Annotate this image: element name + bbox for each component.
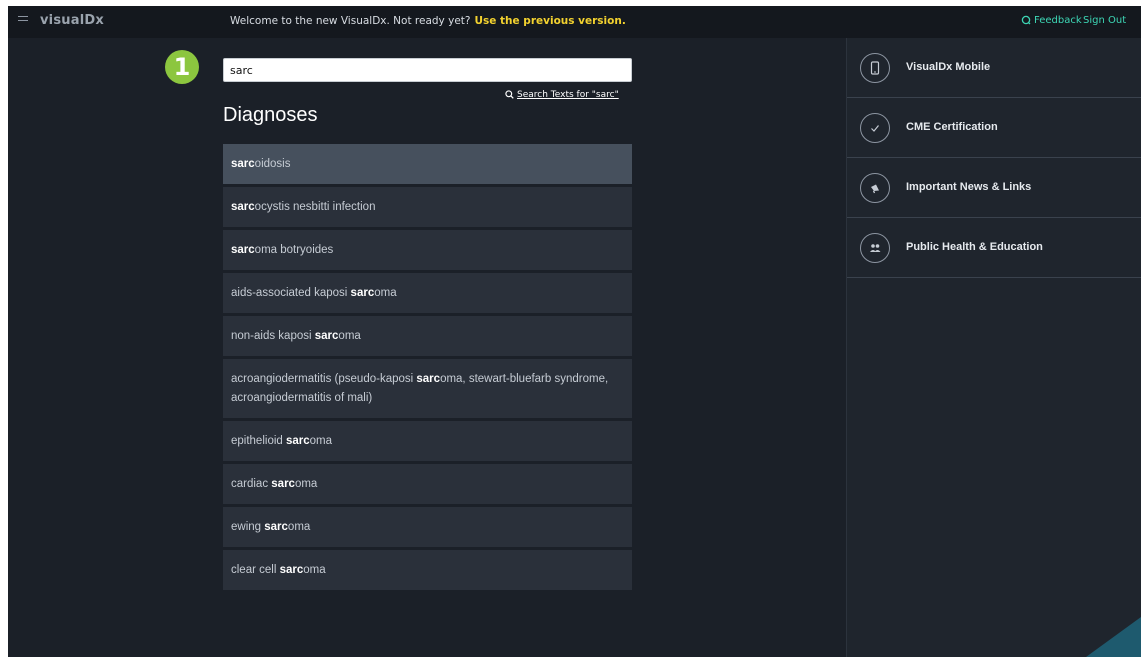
result-match-highlight: sarc [231, 158, 255, 170]
diagnosis-results-list: sarcoidosis sarcocystis nesbitti infectio… [223, 144, 632, 593]
sidebar-item-label: Important News & Links [906, 181, 1032, 193]
welcome-text: Welcome to the new VisualDx. Not ready y… [230, 15, 471, 27]
sidebar-item[interactable]: VisualDx Mobile [847, 38, 1141, 98]
result-text-prefix: cardiac [231, 478, 272, 490]
previous-version-link[interactable]: Use the previous version. [474, 15, 625, 27]
sign-out-link[interactable]: Sign Out [1083, 15, 1126, 26]
result-text-prefix: acroangiodermatitis (pseudo-kaposi [231, 372, 417, 385]
result-text-prefix: clear cell [231, 564, 280, 576]
result-text-prefix: epithelioid [231, 435, 286, 447]
search-input[interactable] [223, 58, 632, 82]
diagnosis-result-item[interactable]: cardiac sarcoma [223, 464, 632, 504]
diagnosis-result-item[interactable]: aids-associated kaposi sarcoma [223, 273, 632, 313]
diagnosis-result-item[interactable]: sarcoidosis [223, 144, 632, 184]
result-match-highlight: sarc [231, 244, 255, 256]
result-match-highlight: sarc [271, 478, 295, 490]
result-match-highlight: sarc [279, 564, 304, 576]
result-text-suffix: oma [338, 330, 361, 342]
result-match-highlight: sarc [285, 435, 310, 447]
feedback-icon [1021, 15, 1031, 25]
result-text-prefix: non-aids kaposi [231, 330, 315, 342]
decorative-corner [1086, 617, 1141, 657]
step-number-badge: 1 [165, 50, 199, 84]
sidebar-item-label: Public Health & Education [906, 241, 1043, 253]
diagnosis-result-label: epithelioid sarcoma [231, 435, 332, 447]
app-logo[interactable]: visualDx [40, 13, 104, 28]
diagnosis-result-label: sarcoma botryoides [231, 244, 333, 256]
sidebar-item[interactable]: Important News & Links [847, 158, 1141, 218]
hamburger-menu-icon[interactable] [18, 16, 28, 24]
diagnosis-result-item[interactable]: sarcoma botryoides [223, 230, 632, 270]
result-match-highlight: sarc [264, 521, 288, 533]
welcome-banner: Welcome to the new VisualDx. Not ready y… [230, 15, 626, 27]
feedback-label: Feedback [1034, 15, 1082, 26]
search-icon [505, 90, 514, 99]
diagnoses-heading: Diagnoses [223, 104, 318, 126]
result-text-suffix: oidosis [254, 158, 291, 170]
diagnosis-result-item[interactable]: sarcocystis nesbitti infection [223, 187, 632, 227]
feedback-link[interactable]: Feedback [1021, 15, 1082, 26]
diagnosis-result-item[interactable]: non-aids kaposi sarcoma [223, 316, 632, 356]
result-text-suffix: oma botryoides [254, 244, 334, 256]
result-text-suffix: oma [287, 521, 311, 533]
result-text-suffix: oma [309, 435, 333, 447]
search-texts-label: Search Texts for "sarc" [517, 90, 619, 100]
mobile-phone-icon [860, 53, 890, 83]
result-text-suffix: oma [374, 287, 397, 299]
result-text-prefix: ewing [231, 521, 265, 533]
search-texts-link[interactable]: Search Texts for "sarc" [505, 90, 619, 100]
checkmark-icon [860, 113, 890, 143]
diagnosis-result-label: non-aids kaposi sarcoma [231, 330, 361, 342]
result-text-suffix: ocystis nesbitti infection [254, 201, 376, 213]
sidebar-item-label: CME Certification [906, 121, 998, 133]
result-text-suffix: oma [303, 564, 326, 576]
diagnosis-result-label: sarcoidosis [231, 158, 290, 170]
result-text-prefix: aids-associated kaposi [231, 287, 351, 299]
sidebar-item-label: VisualDx Mobile [906, 61, 991, 73]
diagnosis-result-label: clear cell sarcoma [231, 564, 326, 576]
diagnosis-result-item[interactable]: clear cell sarcoma [223, 550, 632, 590]
diagnosis-result-item[interactable]: epithelioid sarcoma [223, 421, 632, 461]
diagnosis-result-label: cardiac sarcoma [231, 478, 317, 490]
result-match-highlight: sarc [416, 372, 441, 385]
sidebar: VisualDx Mobile CME Certification Importan… [846, 38, 1141, 657]
diagnosis-result-label: aids-associated kaposi sarcoma [231, 287, 397, 299]
result-match-highlight: sarc [350, 287, 375, 299]
diagnosis-result-item[interactable]: acroangiodermatitis (pseudo-kaposi sarco… [223, 359, 632, 418]
result-match-highlight: sarc [314, 330, 339, 342]
megaphone-icon [860, 173, 890, 203]
result-text-suffix: oma [294, 478, 318, 490]
diagnosis-result-label: acroangiodermatitis (pseudo-kaposi sarco… [231, 370, 624, 408]
top-bar: visualDx Welcome to the new VisualDx. No… [8, 6, 1141, 38]
diagnosis-result-label: sarcocystis nesbitti infection [231, 201, 375, 213]
people-icon [860, 233, 890, 263]
app-frame: visualDx Welcome to the new VisualDx. No… [8, 6, 1141, 657]
diagnosis-result-label: ewing sarcoma [231, 521, 310, 533]
result-match-highlight: sarc [231, 201, 255, 213]
diagnosis-result-item[interactable]: ewing sarcoma [223, 507, 632, 547]
sidebar-item[interactable]: CME Certification [847, 98, 1141, 158]
sidebar-item[interactable]: Public Health & Education [847, 218, 1141, 278]
